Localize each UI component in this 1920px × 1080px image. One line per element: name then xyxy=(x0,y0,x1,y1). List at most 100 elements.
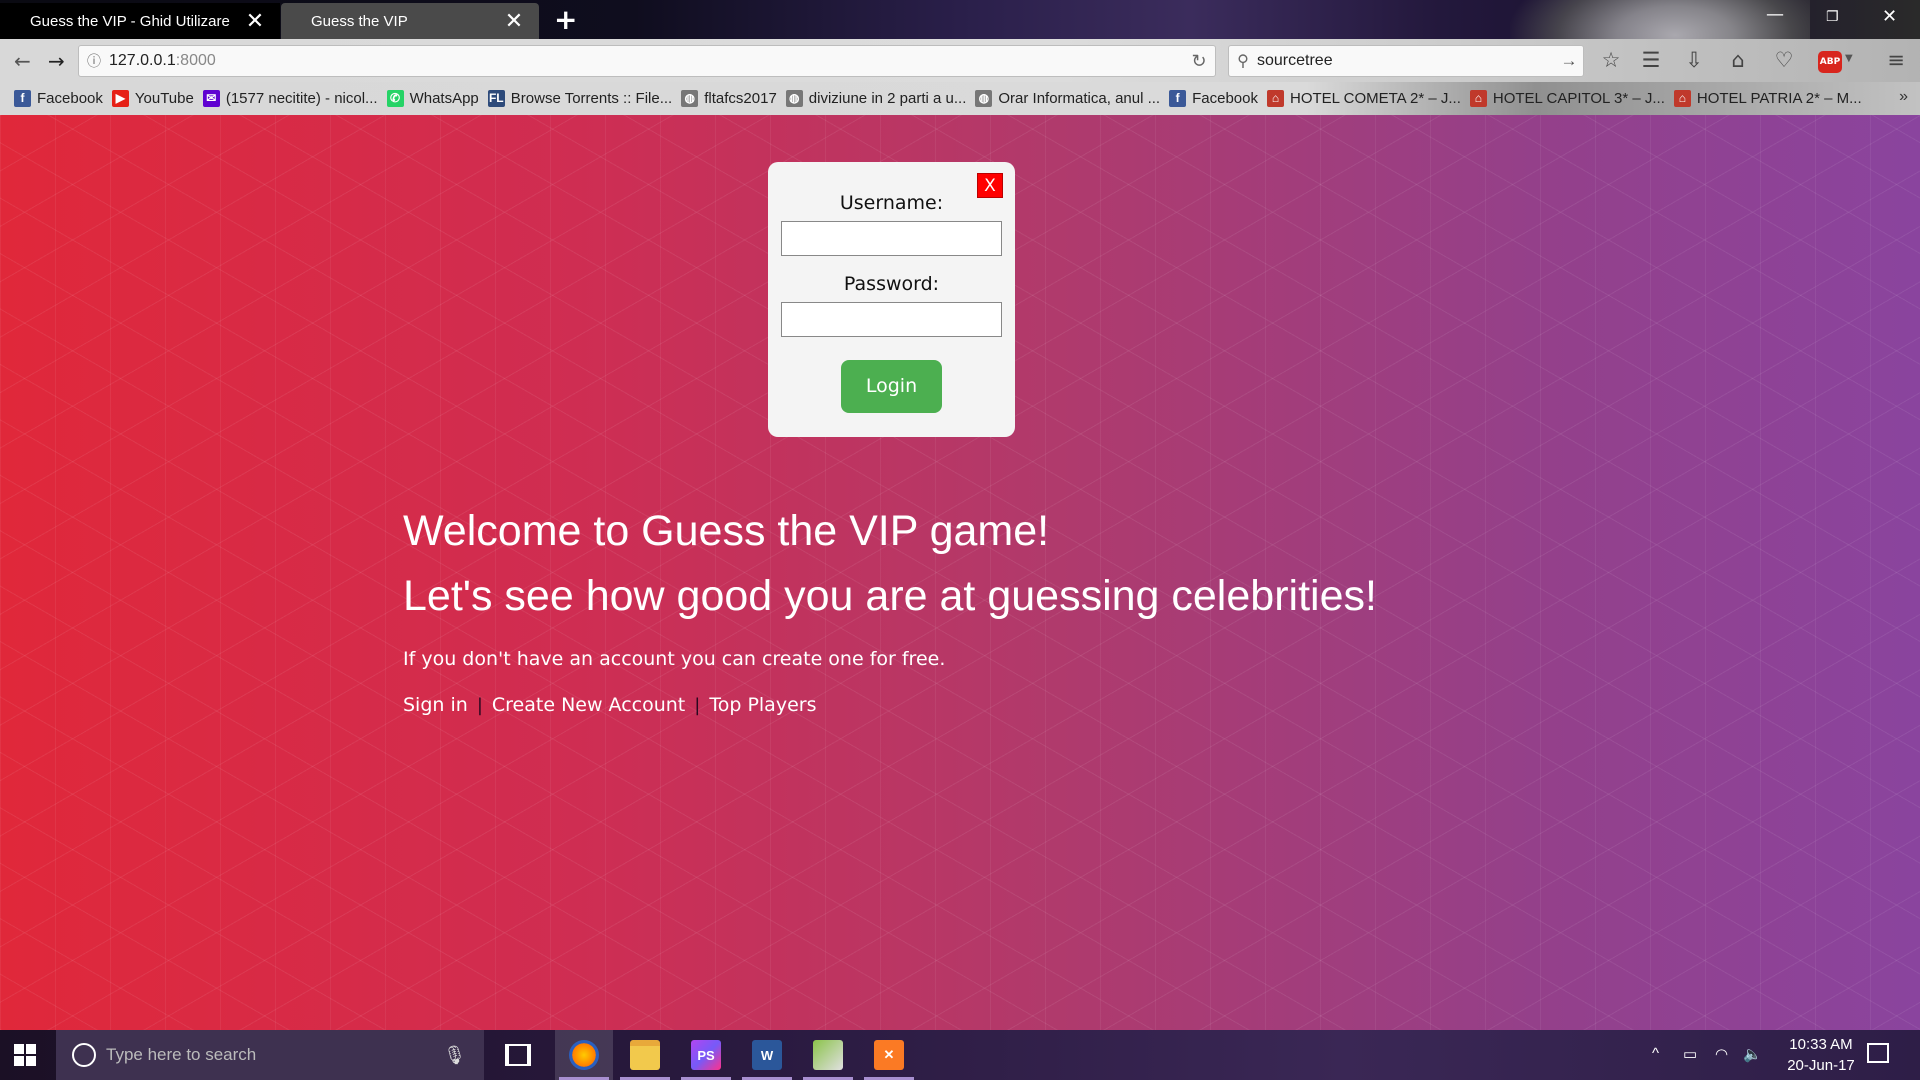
bookmark-label: (1577 necitite) - nicol... xyxy=(225,90,378,107)
account-info-text: If you don't have an account you can cre… xyxy=(403,648,946,670)
search-value: sourcetree xyxy=(1257,52,1333,69)
file-explorer-taskbar-button[interactable] xyxy=(616,1030,674,1080)
search-icon: ⚲ xyxy=(1237,53,1249,70)
adblock-plus-icon[interactable]: ABP xyxy=(1818,51,1842,73)
address-bar[interactable]: ⓘ 127.0.0.1:8000 ↻ xyxy=(78,45,1216,77)
globe-icon: ◍ xyxy=(975,90,993,107)
hotel-icon: ⌂ xyxy=(1266,90,1284,107)
microphone-icon[interactable]: 🎙 xyxy=(443,1045,466,1066)
home-icon[interactable]: ⌂ xyxy=(1724,48,1752,72)
bookmarks-list-icon[interactable]: ☰ xyxy=(1637,48,1665,72)
password-input[interactable] xyxy=(781,302,1002,337)
username-input[interactable] xyxy=(781,221,1002,256)
bookmark-label: WhatsApp xyxy=(409,90,479,107)
firefox-taskbar-button[interactable] xyxy=(555,1030,613,1080)
task-view-icon[interactable] xyxy=(505,1044,531,1066)
close-tab-icon[interactable]: ✕ xyxy=(244,10,266,32)
forward-icon[interactable]: → xyxy=(48,49,65,73)
phpstorm-taskbar-button[interactable]: PS xyxy=(677,1030,735,1080)
taskbar-search-box[interactable]: Type here to search 🎙 xyxy=(56,1030,484,1080)
bookmark-item[interactable]: f Facebook xyxy=(1169,90,1258,107)
volume-icon[interactable]: 🔈 xyxy=(1743,1045,1762,1063)
bookmark-item[interactable]: ✆ WhatsApp xyxy=(386,90,479,107)
filelist-icon: FL xyxy=(487,90,505,107)
url-host: 127.0.0.1 xyxy=(109,52,176,69)
restore-icon[interactable]: ❐ xyxy=(1826,9,1839,25)
bookmark-item[interactable]: ◍ fltafcs2017 xyxy=(681,90,777,107)
top-players-link[interactable]: Top Players xyxy=(709,694,816,716)
page-content: X Username: Password: Login Welcome to G… xyxy=(0,115,1920,1030)
bookmark-item[interactable]: ⌂ HOTEL PATRIA 2* – M... xyxy=(1673,90,1862,107)
chevron-down-icon[interactable]: ▼ xyxy=(1845,53,1853,64)
taskbar-search-placeholder: Type here to search xyxy=(106,1045,257,1064)
clock-date: 20-Jun-17 xyxy=(1787,1057,1855,1074)
yahoo-mail-icon: ✉ xyxy=(202,90,220,107)
bookmark-label: Orar Informatica, anul ... xyxy=(998,90,1161,107)
menu-icon[interactable]: ≡ xyxy=(1882,48,1910,72)
sign-in-link[interactable]: Sign in xyxy=(403,694,468,716)
nav-links: Sign in | Create New Account | Top Playe… xyxy=(403,694,816,716)
bookmark-item[interactable]: f Facebook xyxy=(14,90,103,107)
download-icon[interactable]: ⇩ xyxy=(1680,48,1708,72)
facebook-icon: f xyxy=(14,90,31,107)
search-go-icon[interactable]: → xyxy=(1555,51,1583,71)
login-button[interactable]: Login xyxy=(841,360,942,413)
windows-start-icon[interactable] xyxy=(14,1044,36,1066)
file-explorer-icon xyxy=(630,1040,660,1070)
wifi-icon[interactable]: ◠ xyxy=(1715,1045,1728,1063)
clock-time: 10:33 AM xyxy=(1789,1036,1853,1053)
bookmark-item[interactable]: ◍ Orar Informatica, anul ... xyxy=(975,90,1160,107)
back-icon[interactable]: ← xyxy=(14,49,31,73)
cortana-icon xyxy=(72,1043,96,1067)
windows-taskbar: Type here to search 🎙 PS W ✕ ^ ▭ ◠ 🔈 10:… xyxy=(0,1030,1920,1080)
notepad-taskbar-button[interactable] xyxy=(799,1030,857,1080)
new-tab-icon[interactable]: + xyxy=(554,5,577,35)
phpstorm-icon: PS xyxy=(691,1040,721,1070)
tab-label: Guess the VIP xyxy=(311,12,408,30)
show-hidden-icons-icon[interactable]: ^ xyxy=(1652,1045,1659,1062)
bookmark-item[interactable]: FL Browse Torrents :: File... xyxy=(487,90,672,107)
bookmark-item[interactable]: ◍ diviziune in 2 parti a u... xyxy=(785,90,967,107)
whatsapp-icon: ✆ xyxy=(386,90,404,107)
facebook-icon: f xyxy=(1169,90,1187,107)
close-window-icon[interactable]: ✕ xyxy=(1882,6,1897,27)
bookmark-item[interactable]: ▶ YouTube xyxy=(111,90,194,107)
battery-icon[interactable]: ▭ xyxy=(1683,1045,1697,1063)
url-port: :8000 xyxy=(175,52,216,69)
more-bookmarks-icon[interactable]: » xyxy=(1899,88,1908,106)
bookmark-star-icon[interactable]: ☆ xyxy=(1597,48,1625,72)
search-bar[interactable]: ⚲ sourcetree → xyxy=(1228,45,1584,77)
info-icon[interactable]: ⓘ xyxy=(79,51,109,71)
bookmark-item[interactable]: ✉ (1577 necitite) - nicol... xyxy=(202,90,378,107)
bookmarks-bar: f Facebook ▶ YouTube ✉ (1577 necitite) - nico… xyxy=(0,82,1920,115)
password-label: Password: xyxy=(843,273,940,295)
create-account-link[interactable]: Create New Account xyxy=(492,694,685,716)
action-center-icon[interactable] xyxy=(1867,1043,1889,1063)
hotel-icon: ⌂ xyxy=(1469,90,1487,107)
navigation-toolbar: ← → ⓘ 127.0.0.1:8000 ↻ ⚲ sourcetree → ☆ … xyxy=(0,39,1920,82)
xampp-icon: ✕ xyxy=(874,1040,904,1070)
bookmark-label: Facebook xyxy=(1192,90,1258,107)
bookmark-label: YouTube xyxy=(134,90,194,107)
taskbar-clock[interactable]: 10:33 AM 20-Jun-17 xyxy=(1766,1034,1876,1076)
tab-guess-the-vip[interactable]: Guess the VIP ✕ xyxy=(281,3,539,39)
xampp-taskbar-button[interactable]: ✕ xyxy=(860,1030,918,1080)
bookmark-label: Facebook xyxy=(37,90,103,107)
bookmark-label: diviziune in 2 parti a u... xyxy=(808,90,967,107)
browser-titlebar: Guess the VIP - Ghid Utilizare ✕ Guess t… xyxy=(0,0,1920,39)
bookmark-label: HOTEL CAPITOL 3* – J... xyxy=(1492,90,1665,107)
link-separator: | xyxy=(694,694,701,716)
word-taskbar-button[interactable]: W xyxy=(738,1030,796,1080)
welcome-heading: Welcome to Guess the VIP game! xyxy=(403,507,1050,555)
globe-icon: ◍ xyxy=(785,90,803,107)
bookmark-item[interactable]: ⌂ HOTEL COMETA 2* – J... xyxy=(1266,90,1461,107)
pocket-icon[interactable]: ♡ xyxy=(1770,48,1798,72)
minimize-icon[interactable]: — xyxy=(1766,4,1784,25)
firefox-icon xyxy=(569,1040,599,1070)
tab-label: Guess the VIP - Ghid Utilizare xyxy=(30,12,230,30)
close-tab-icon[interactable]: ✕ xyxy=(503,10,525,32)
username-label: Username: xyxy=(839,192,944,214)
reload-icon[interactable]: ↻ xyxy=(1183,51,1215,72)
bookmark-item[interactable]: ⌂ HOTEL CAPITOL 3* – J... xyxy=(1469,90,1665,107)
tab-ghid-utilizare[interactable]: Guess the VIP - Ghid Utilizare ✕ xyxy=(0,3,280,39)
